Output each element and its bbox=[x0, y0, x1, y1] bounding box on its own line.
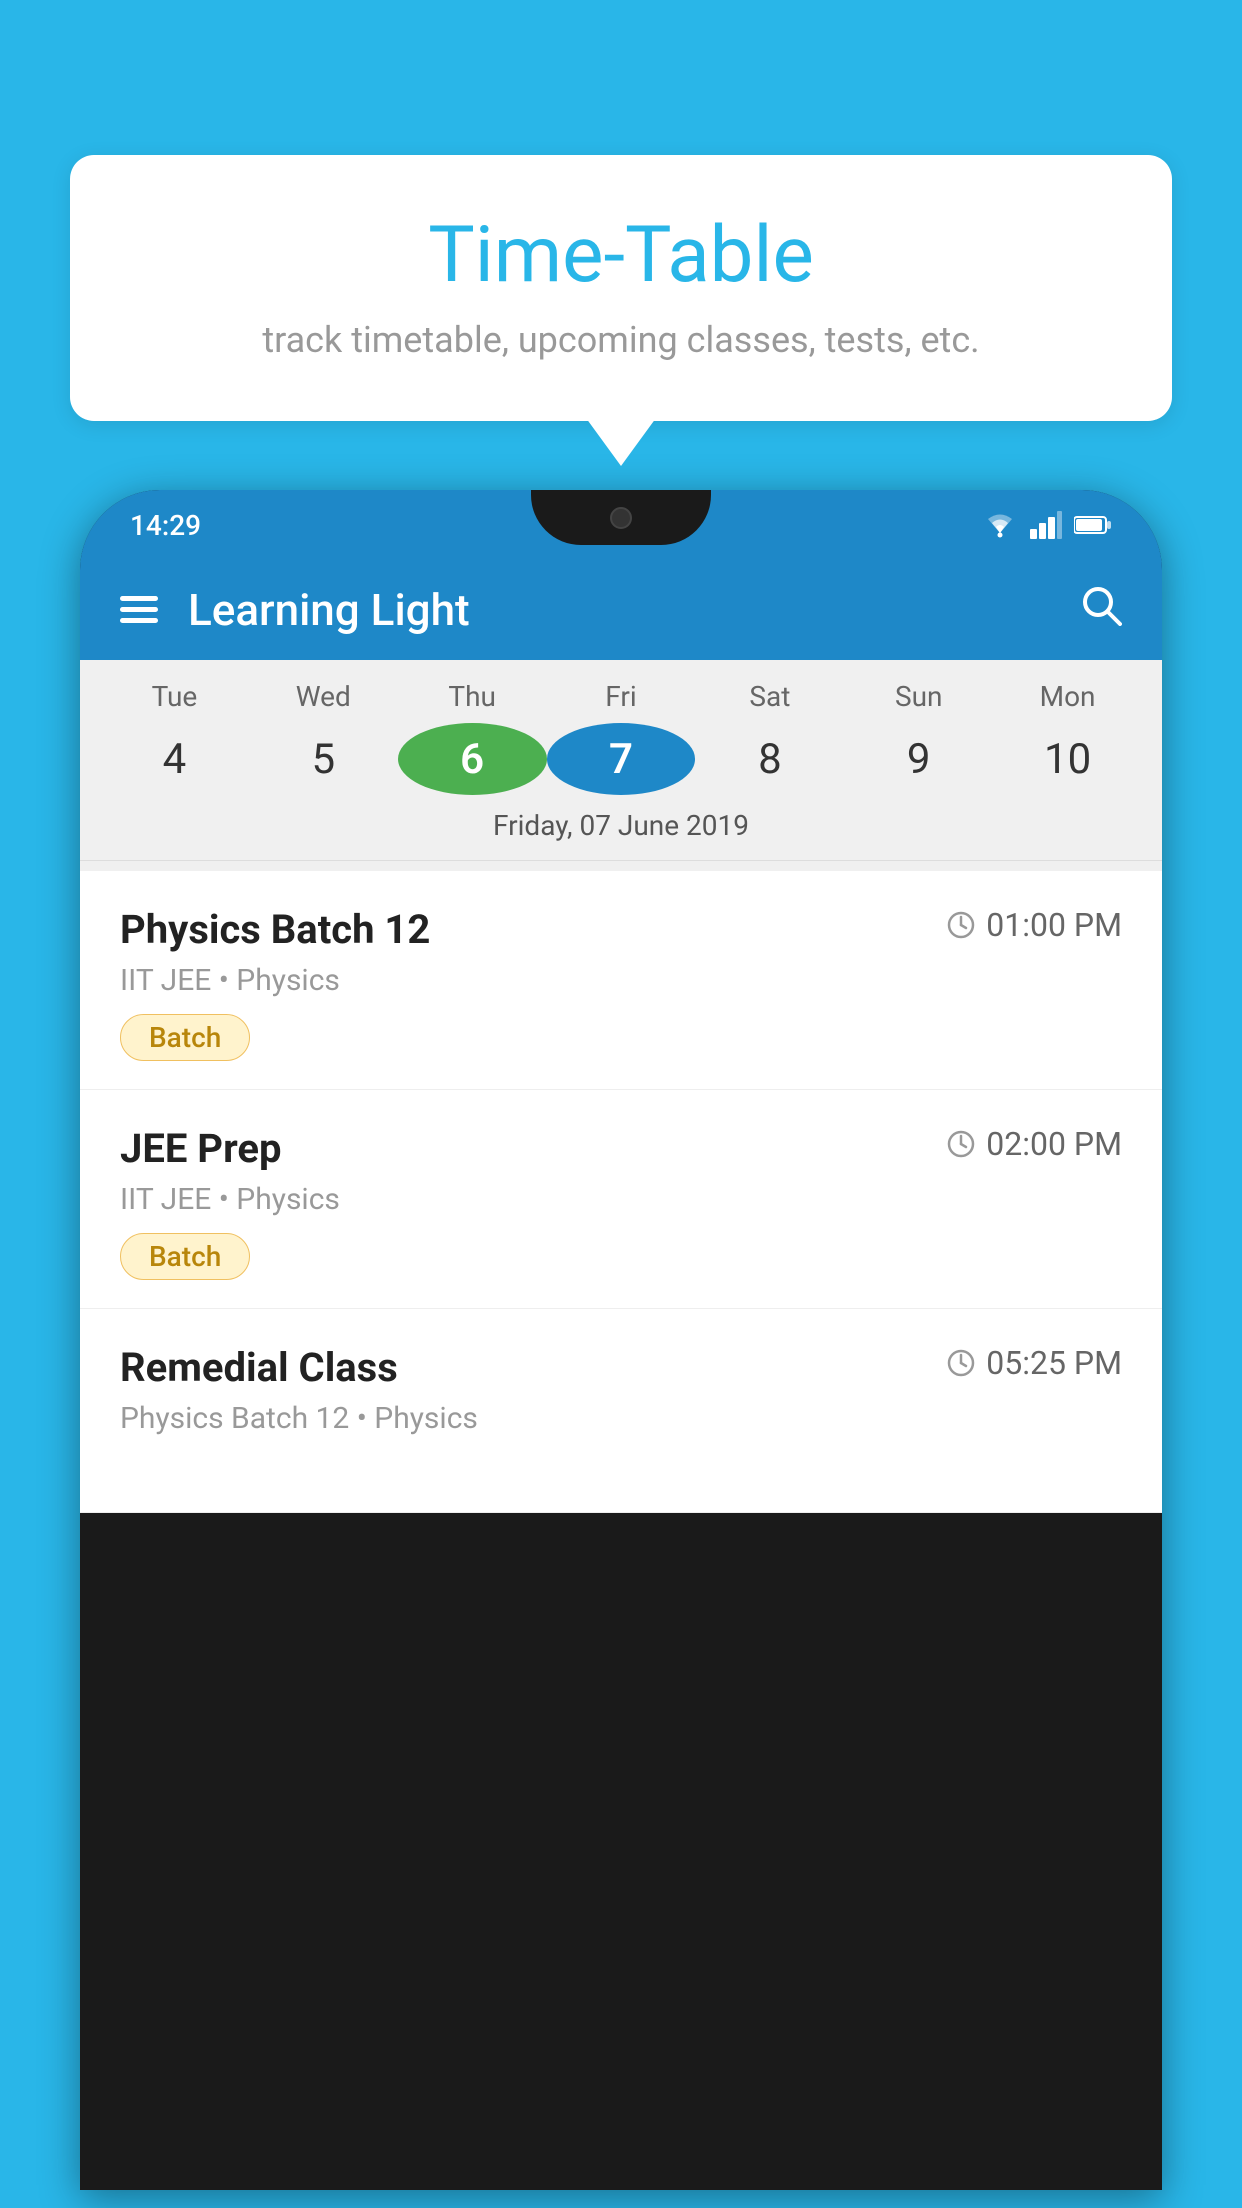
clock-icon-2 bbox=[946, 1348, 976, 1378]
day-4-cell[interactable]: 4 bbox=[100, 727, 249, 792]
day-7-cell[interactable]: 7 bbox=[547, 723, 696, 795]
day-header-mon: Mon bbox=[993, 680, 1142, 723]
day-header-wed: Wed bbox=[249, 680, 398, 723]
phone-notch bbox=[531, 490, 711, 545]
class-meta-0: IIT JEE • Physics bbox=[120, 963, 1122, 998]
menu-icon[interactable] bbox=[120, 587, 158, 634]
day-9: 9 bbox=[844, 727, 993, 792]
class-name-2: Remedial Class bbox=[120, 1344, 398, 1391]
day-10-cell[interactable]: 10 bbox=[993, 727, 1142, 792]
day-9-cell[interactable]: 9 bbox=[844, 727, 993, 792]
class-meta-2: Physics Batch 12 • Physics bbox=[120, 1401, 1122, 1436]
day-header-fri: Fri bbox=[547, 680, 696, 723]
status-bar: 14:29 bbox=[80, 490, 1162, 560]
search-button[interactable] bbox=[1080, 584, 1122, 637]
day-header-thu: Thu bbox=[398, 680, 547, 723]
batch-badge-1: Batch bbox=[120, 1233, 250, 1280]
day-5-cell[interactable]: 5 bbox=[249, 727, 398, 792]
class-item-0-header: Physics Batch 12 01:00 PM bbox=[120, 906, 1122, 953]
day-header-tue: Tue bbox=[100, 680, 249, 723]
class-item-2[interactable]: Remedial Class 05:25 PM Physics Batch 12… bbox=[80, 1309, 1162, 1513]
day-6-today: 6 bbox=[398, 723, 547, 795]
status-time: 14:29 bbox=[130, 509, 201, 542]
calendar-strip: Tue Wed Thu Fri Sat Sun Mon 4 5 6 7 bbox=[80, 660, 1162, 871]
class-time-2: 05:25 PM bbox=[946, 1344, 1122, 1382]
wifi-icon bbox=[982, 511, 1018, 539]
signal-icon bbox=[1030, 511, 1062, 539]
day-4: 4 bbox=[100, 727, 249, 792]
class-time-0: 01:00 PM bbox=[946, 906, 1122, 944]
day-header-sun: Sun bbox=[844, 680, 993, 723]
app-title: Learning Light bbox=[188, 584, 1080, 636]
phone-wrapper: 14:29 bbox=[80, 490, 1162, 2208]
class-item-0[interactable]: Physics Batch 12 01:00 PM IIT JEE • Phys… bbox=[80, 871, 1162, 1090]
class-item-1-header: JEE Prep 02:00 PM bbox=[120, 1125, 1122, 1172]
day-8-cell[interactable]: 8 bbox=[695, 727, 844, 792]
class-time-1: 02:00 PM bbox=[946, 1125, 1122, 1163]
camera-dot bbox=[610, 507, 632, 529]
day-8: 8 bbox=[695, 727, 844, 792]
class-name-0: Physics Batch 12 bbox=[120, 906, 430, 953]
phone-outer: 14:29 bbox=[80, 490, 1162, 2190]
app-bar: Learning Light bbox=[80, 560, 1162, 660]
class-item-1[interactable]: JEE Prep 02:00 PM IIT JEE • Physics Batc… bbox=[80, 1090, 1162, 1309]
day-6-cell[interactable]: 6 bbox=[398, 723, 547, 795]
clock-icon-1 bbox=[946, 1129, 976, 1159]
status-icons bbox=[982, 511, 1112, 539]
speech-bubble: Time-Table track timetable, upcoming cla… bbox=[70, 155, 1172, 421]
day-numbers: 4 5 6 7 8 9 10 bbox=[80, 723, 1162, 795]
selected-date-label: Friday, 07 June 2019 bbox=[80, 795, 1162, 861]
battery-icon bbox=[1074, 514, 1112, 536]
bubble-title: Time-Table bbox=[120, 210, 1122, 301]
class-item-2-header: Remedial Class 05:25 PM bbox=[120, 1344, 1122, 1391]
clock-icon-0 bbox=[946, 910, 976, 940]
class-name-1: JEE Prep bbox=[120, 1125, 281, 1172]
day-5: 5 bbox=[249, 727, 398, 792]
class-meta-1: IIT JEE • Physics bbox=[120, 1182, 1122, 1217]
batch-badge-0: Batch bbox=[120, 1014, 250, 1061]
day-headers: Tue Wed Thu Fri Sat Sun Mon bbox=[80, 680, 1162, 723]
bubble-subtitle: track timetable, upcoming classes, tests… bbox=[120, 319, 1122, 361]
class-list: Physics Batch 12 01:00 PM IIT JEE • Phys… bbox=[80, 871, 1162, 1513]
day-10: 10 bbox=[993, 727, 1142, 792]
day-7-selected: 7 bbox=[547, 723, 696, 795]
speech-bubble-container: Time-Table track timetable, upcoming cla… bbox=[70, 155, 1172, 421]
day-header-sat: Sat bbox=[695, 680, 844, 723]
